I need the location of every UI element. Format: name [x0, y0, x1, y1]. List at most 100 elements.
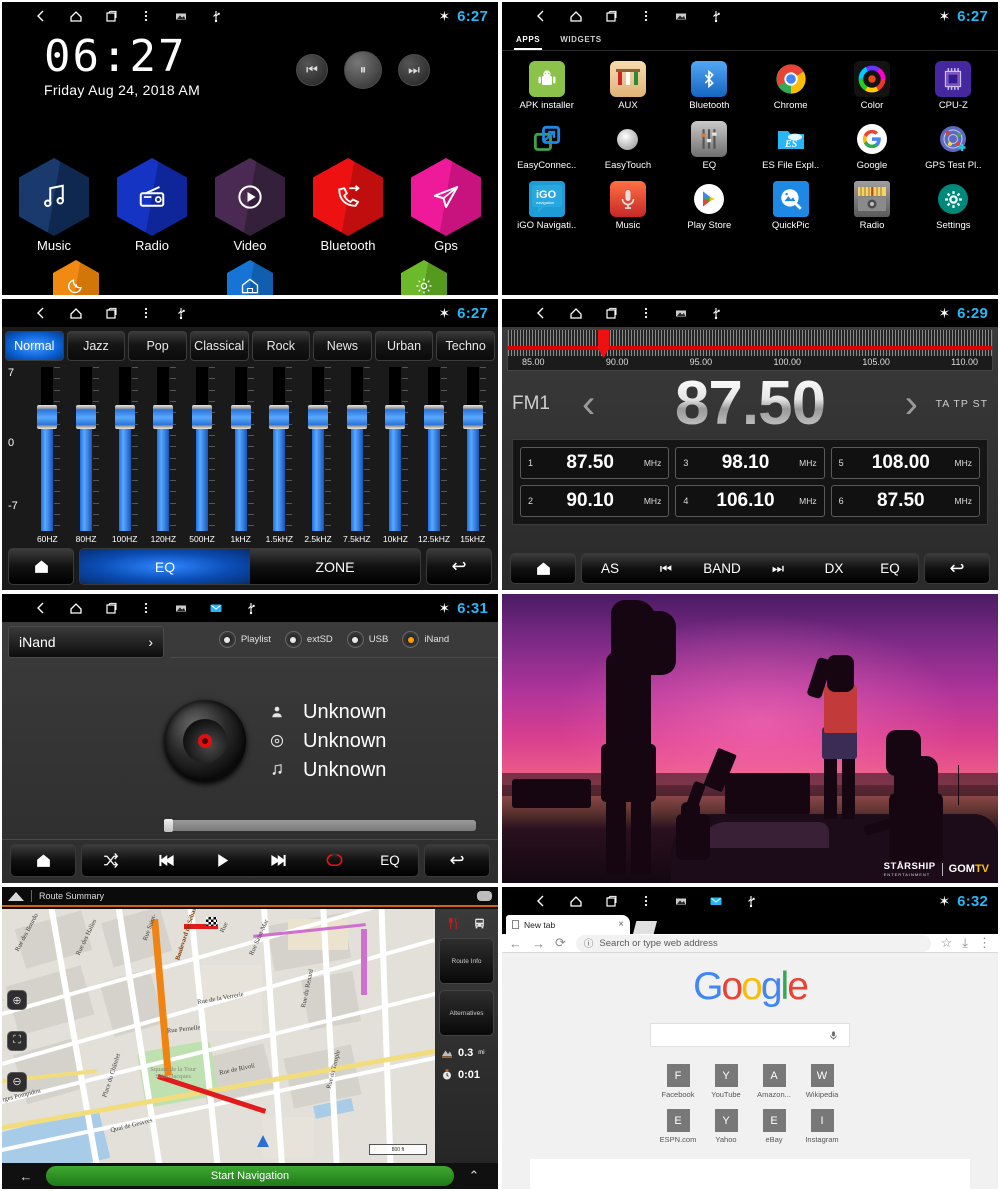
eq-slider-knob[interactable] [230, 405, 251, 430]
music-progress[interactable] [2, 819, 498, 839]
status-bar-nav-icons[interactable] [12, 9, 224, 24]
band-button[interactable]: BAND [694, 554, 750, 583]
previous-track-button[interactable]: ⏮ [296, 54, 328, 86]
eq-slider-knob[interactable] [308, 405, 329, 430]
shortcut-facebook[interactable]: F Facebook [655, 1059, 701, 1104]
source-extsd[interactable]: extSD [284, 631, 333, 648]
home-button[interactable] [8, 548, 74, 585]
recenter-button[interactable]: ⛶ [7, 1030, 27, 1051]
home-tile-gps[interactable]: Gps [411, 158, 481, 253]
app-easytouch[interactable]: EasyTouch [587, 117, 668, 175]
eq-preset-urban[interactable]: Urban [374, 331, 434, 361]
eq-slider-knob[interactable] [114, 405, 135, 430]
app-gps-test[interactable]: GPS Test Pl.. [913, 117, 994, 175]
frequency-down-button[interactable]: ‹ [574, 384, 603, 424]
app-google[interactable]: Google [831, 117, 912, 175]
usb-icon[interactable] [744, 894, 759, 909]
shortcut-amazon[interactable]: A Amazon... [751, 1059, 797, 1104]
eq-preset-pop[interactable]: Pop [128, 331, 187, 361]
home-tile-music[interactable]: Music [19, 158, 89, 253]
dx-button[interactable]: DX [806, 554, 862, 583]
download-icon[interactable]: ⤓ [962, 935, 968, 951]
usb-icon[interactable] [209, 9, 224, 24]
eq-slider-knob[interactable] [462, 405, 483, 430]
article-card[interactable] [530, 1159, 970, 1189]
app-play-store[interactable]: Play Store [669, 177, 750, 235]
overflow-icon[interactable] [639, 9, 654, 24]
app-eq[interactable]: EQ [669, 117, 750, 175]
seek-up-button[interactable]: ⏭ [750, 554, 806, 583]
eq-button[interactable]: EQ [862, 554, 918, 583]
play-button[interactable] [194, 845, 250, 876]
eq-preset-classical[interactable]: Classical [189, 331, 249, 361]
browser-back-icon[interactable]: ← [509, 936, 522, 951]
eq-band[interactable]: 120HZ [144, 367, 183, 544]
shortcut-youtube[interactable]: Y YouTube [703, 1059, 749, 1104]
radio-preset-3[interactable]: 3 98.10 MHz [675, 447, 825, 479]
chrome-menu-icon[interactable]: ⋮ [978, 935, 991, 951]
message-icon[interactable] [709, 894, 724, 909]
eq-slider-knob[interactable] [385, 405, 406, 430]
app-radio[interactable]: Radio [831, 177, 912, 235]
auto-scan-button[interactable]: AS [582, 554, 638, 583]
music-transport-bar[interactable]: EQ [81, 844, 419, 877]
tab-widgets[interactable]: WIDGETS [558, 33, 604, 50]
eq-slider-knob[interactable] [37, 405, 58, 430]
status-bar-nav-icons[interactable] [12, 601, 259, 616]
recents-icon[interactable] [104, 306, 119, 321]
source-inand[interactable]: iNand [402, 631, 449, 648]
app-chrome[interactable]: Chrome [750, 57, 831, 115]
shortcut-ebay[interactable]: EeBay [751, 1104, 797, 1149]
eq-preset-news[interactable]: News [313, 331, 372, 361]
navigation-poi-icons[interactable] [439, 913, 494, 938]
overflow-icon[interactable] [139, 306, 154, 321]
app-color[interactable]: Color [831, 57, 912, 115]
restaurant-poi-icon[interactable] [447, 917, 460, 930]
eq-zone-toggle[interactable]: EQ ZONE [79, 548, 421, 585]
close-tab-icon[interactable]: × [618, 919, 624, 930]
radio-preset-1[interactable]: 1 87.50 MHz [520, 447, 670, 479]
repeat-button[interactable] [306, 845, 362, 876]
recents-icon[interactable] [604, 894, 619, 909]
alternatives-button[interactable]: Alternatives [439, 990, 494, 1036]
panel-video-playback[interactable]: STÅRSHIP ENTERTAINMENT GOMTV [500, 592, 1000, 885]
app-apk-installer[interactable]: APK installer [506, 57, 587, 115]
browser-forward-icon[interactable]: → [532, 936, 545, 951]
screenshot-icon[interactable] [174, 601, 189, 616]
nav-expand-button[interactable]: ⌃ [454, 1168, 494, 1184]
back-button[interactable]: ↩ [426, 548, 492, 585]
recents-icon[interactable] [104, 9, 119, 24]
play-pause-button[interactable]: ⏸ [344, 51, 382, 89]
home-icon[interactable] [569, 894, 584, 909]
nav-back-button[interactable]: ← [6, 1169, 46, 1184]
new-tab-button[interactable] [633, 921, 657, 934]
video-frame[interactable]: STÅRSHIP ENTERTAINMENT GOMTV [502, 594, 998, 883]
home-icon[interactable] [69, 601, 84, 616]
home-tile-radio[interactable]: Radio [117, 158, 187, 253]
home-icon[interactable] [569, 9, 584, 24]
back-icon[interactable] [34, 9, 49, 24]
eq-slider-knob[interactable] [192, 405, 213, 430]
omnibox-input[interactable]: ⓘ Search or type web address [575, 934, 931, 952]
status-bar-nav-icons[interactable] [512, 9, 724, 24]
most-visited-tiles[interactable]: F Facebook Y YouTube A Amazon... W Wikipedia… [655, 1059, 845, 1149]
radio-dial[interactable]: 85.00 90.00 95.00 100.00 105.00 110.00 [507, 329, 993, 371]
app-music[interactable]: Music [587, 177, 668, 235]
eq-tab-button[interactable]: EQ [80, 549, 250, 584]
route-info-button[interactable]: Route Info [439, 938, 494, 984]
back-icon[interactable] [534, 894, 549, 909]
overflow-icon[interactable] [639, 894, 654, 909]
eq-band[interactable]: 60HZ [28, 367, 67, 544]
eq-preset-tabs[interactable]: Normal Jazz Pop Classical Rock News Urba… [2, 327, 498, 363]
home-icon[interactable] [69, 9, 84, 24]
map-canvas[interactable]: Rue des Bourdo Rue des Halles Rue Saint-… [2, 909, 435, 1163]
speech-bubble-icon[interactable] [477, 891, 492, 901]
app-bluetooth[interactable]: Bluetooth [669, 57, 750, 115]
site-info-icon[interactable]: ⓘ [584, 936, 594, 950]
overflow-icon[interactable] [139, 9, 154, 24]
recents-icon[interactable] [104, 601, 119, 616]
frequency-up-button[interactable]: › [897, 384, 926, 424]
microphone-icon[interactable] [828, 1029, 839, 1042]
back-button[interactable]: ↩ [424, 844, 490, 877]
screenshot-icon[interactable] [674, 306, 689, 321]
